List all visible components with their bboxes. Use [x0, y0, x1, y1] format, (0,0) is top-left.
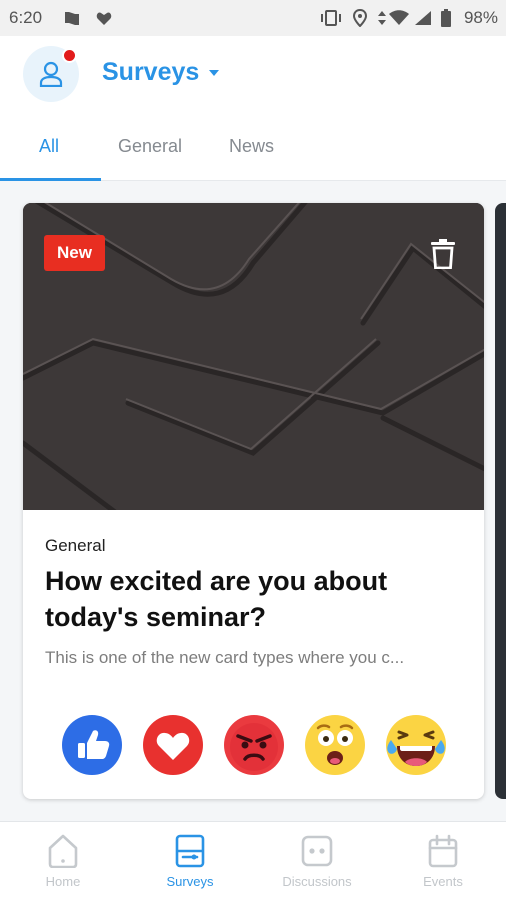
reaction-bar: [61, 714, 461, 776]
thumbs-up-icon[interactable]: [61, 714, 123, 776]
nav-events-label: Events: [423, 874, 463, 889]
location-icon: [353, 0, 367, 36]
next-card-peek[interactable]: [495, 203, 506, 799]
map-notification-icon: [64, 0, 80, 36]
tab-news[interactable]: News: [229, 136, 274, 157]
survey-card[interactable]: New General How excited are you about to…: [23, 203, 484, 799]
home-icon: [48, 834, 78, 868]
battery-percentage: 98%: [463, 8, 498, 27]
nav-discussions-label: Discussions: [282, 874, 352, 889]
nav-events[interactable]: Events: [380, 822, 506, 901]
nav-home[interactable]: Home: [0, 822, 126, 901]
nav-surveys-label: Surveys: [166, 874, 214, 889]
page-title: Surveys: [102, 58, 200, 86]
card-question: How excited are you about today's semina…: [45, 566, 388, 632]
surveys-title-dropdown[interactable]: Surveys: [102, 58, 220, 87]
discussions-icon: [301, 835, 333, 867]
nav-discussions[interactable]: Discussions: [254, 822, 380, 901]
new-badge: New: [44, 235, 105, 271]
app-header: Surveys: [0, 36, 506, 116]
laughing-face-icon[interactable]: [385, 714, 447, 776]
surveys-icon: [175, 834, 205, 868]
notification-dot: [62, 48, 77, 63]
user-icon: [39, 61, 63, 87]
bottom-navigation: Home Surveys Discussions Events: [0, 821, 506, 901]
caret-down-icon: [209, 69, 220, 76]
heart-icon[interactable]: [142, 714, 204, 776]
shocked-face-icon[interactable]: [304, 714, 366, 776]
events-icon: [428, 834, 458, 868]
data-transfer-icon: [377, 0, 387, 36]
wifi-icon: [389, 0, 409, 36]
battery-icon: [441, 0, 451, 36]
category-tabs: All General News: [0, 116, 506, 181]
vibrate-icon: [320, 0, 342, 36]
profile-avatar-button[interactable]: [23, 46, 79, 102]
status-bar: 6:20 98%: [0, 0, 506, 36]
card-image: New: [23, 203, 484, 510]
nav-home-label: Home: [45, 874, 81, 889]
angry-face-icon[interactable]: [223, 714, 285, 776]
cell-signal-icon: [414, 0, 432, 36]
card-category: General: [45, 536, 106, 555]
trash-icon[interactable]: [430, 239, 456, 269]
card-description: This is one of the new card types where …: [45, 648, 405, 667]
status-time: 6:20: [9, 8, 43, 27]
nav-surveys[interactable]: Surveys: [127, 822, 253, 901]
tab-all[interactable]: All: [39, 136, 59, 157]
tab-general[interactable]: General: [118, 136, 182, 157]
survey-feed: New General How excited are you about to…: [0, 181, 506, 821]
health-notification-icon: [96, 0, 112, 36]
